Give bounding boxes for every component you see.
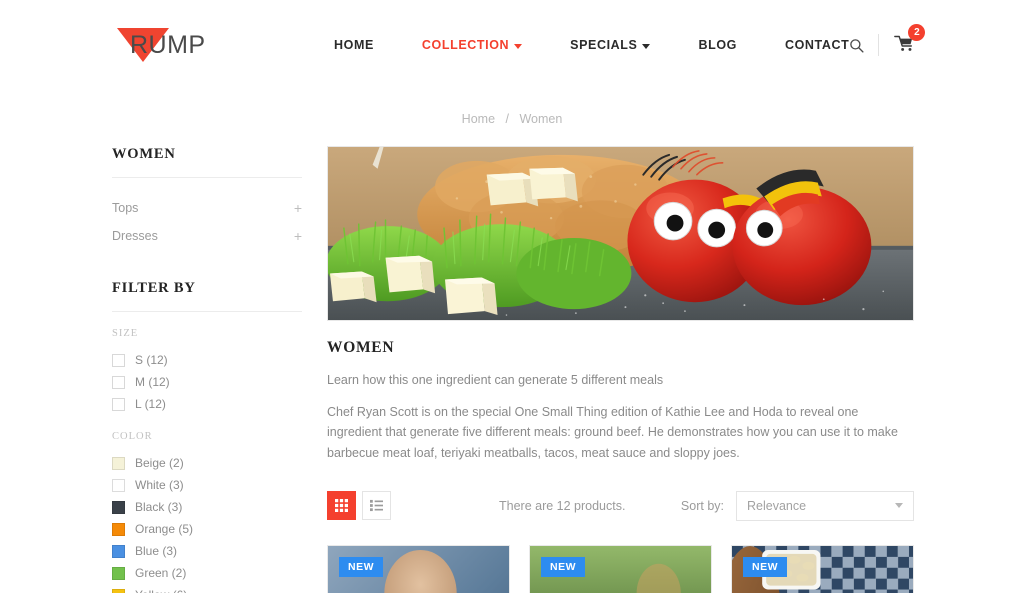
category-lede: Learn how this one ingredient can genera… xyxy=(327,373,664,387)
expand-plus-icon[interactable]: + xyxy=(294,201,302,215)
filter-label: Orange (5) xyxy=(135,522,194,536)
sort-selected-value: Relevance xyxy=(747,498,807,513)
sidebar-item-dresses[interactable]: Dresses + xyxy=(112,222,302,250)
filter-color-yellow[interactable]: Yellow (6) xyxy=(112,584,302,593)
nav-label: HOME xyxy=(334,38,374,52)
view-toggle-group xyxy=(327,491,391,521)
filter-size-l[interactable]: L (12) xyxy=(112,393,302,415)
nav-label: CONTACT xyxy=(784,38,850,52)
chevron-down-icon xyxy=(642,43,651,49)
breadcrumb: Home / Women xyxy=(0,90,1024,142)
expand-plus-icon[interactable]: + xyxy=(294,229,302,243)
header-divider xyxy=(878,34,880,56)
breadcrumb-home[interactable]: Home xyxy=(462,112,495,126)
filter-label: White (3) xyxy=(135,478,184,492)
main-content: WOMEN Learn how this one ingredient can … xyxy=(327,142,914,593)
sidebar-divider xyxy=(112,177,302,178)
filter-size-s[interactable]: S (12) xyxy=(112,349,302,371)
sidebar-item-label: Dresses xyxy=(112,229,158,243)
filter-label: Black (3) xyxy=(135,500,183,514)
breadcrumb-current: Women xyxy=(519,112,563,126)
site-header: RUMP HOME COLLECTION SPECIALS BLOG CONTA… xyxy=(0,0,1024,90)
products-toolbar: There are 12 products. Sort by: Relevanc… xyxy=(327,490,914,521)
sidebar-item-tops[interactable]: Tops + xyxy=(112,194,302,222)
list-view-icon xyxy=(370,500,383,512)
filter-label: S (12) xyxy=(135,353,168,367)
product-count: There are 12 products. xyxy=(499,498,626,513)
new-badge: NEW xyxy=(541,556,585,577)
filter-color-orange[interactable]: Orange (5) xyxy=(112,518,302,540)
filter-color-beige[interactable]: Beige (2) xyxy=(112,452,302,474)
logo-text: RUMP xyxy=(130,31,206,59)
sidebar-item-label: Tops xyxy=(112,201,139,215)
nav-label: COLLECTION xyxy=(421,38,510,52)
grid-view-button[interactable] xyxy=(327,491,356,521)
grid-view-icon xyxy=(335,499,348,513)
color-swatch[interactable] xyxy=(112,588,125,593)
page-body: WOMEN Tops + Dresses + FILTER BY SIZE S … xyxy=(0,142,1024,593)
product-grid: NEW NEW NEW xyxy=(327,544,914,593)
color-swatch[interactable] xyxy=(112,522,125,536)
color-swatch[interactable] xyxy=(112,544,125,558)
new-badge: NEW xyxy=(743,556,787,577)
sort-label: Sort by: xyxy=(680,498,724,513)
filter-size-m[interactable]: M (12) xyxy=(112,371,302,393)
category-hero-banner xyxy=(327,146,914,321)
filter-label: M (12) xyxy=(135,375,170,389)
nav-item-blog[interactable]: BLOG xyxy=(698,38,737,52)
main-navigation: HOME COLLECTION SPECIALS BLOG CONTACT xyxy=(334,38,849,52)
filter-color-black[interactable]: Black (3) xyxy=(112,496,302,518)
checkbox-icon[interactable] xyxy=(112,397,125,411)
nav-item-home[interactable]: HOME xyxy=(334,38,374,52)
sort-control: Sort by: Relevance xyxy=(680,490,914,521)
filter-color-green[interactable]: Green (2) xyxy=(112,562,302,584)
product-card[interactable]: NEW xyxy=(327,544,510,593)
category-description: Chef Ryan Scott is on the special One Sm… xyxy=(327,405,898,460)
page-title: WOMEN xyxy=(327,339,395,356)
filter-label: L (12) xyxy=(135,397,166,411)
cart-count-badge: 2 xyxy=(908,24,926,41)
color-swatch[interactable] xyxy=(112,478,125,492)
filter-group-size-label: SIZE xyxy=(112,328,139,339)
filter-label: Green (2) xyxy=(135,566,187,580)
list-view-button[interactable] xyxy=(362,491,391,521)
site-logo[interactable]: RUMP xyxy=(112,24,222,66)
header-actions: 2 xyxy=(849,24,926,57)
hero-illustration xyxy=(328,147,913,320)
checkbox-icon[interactable] xyxy=(112,353,125,367)
search-icon[interactable] xyxy=(849,38,864,53)
breadcrumb-separator: / xyxy=(505,112,509,126)
chevron-down-icon xyxy=(514,43,523,49)
nav-item-contact[interactable]: CONTACT xyxy=(785,38,849,52)
filter-label: Beige (2) xyxy=(135,456,184,470)
color-swatch[interactable] xyxy=(112,456,125,470)
filter-color-white[interactable]: White (3) xyxy=(112,474,302,496)
sidebar: WOMEN Tops + Dresses + FILTER BY SIZE S … xyxy=(112,142,302,593)
chevron-down-icon xyxy=(895,503,903,509)
sort-select[interactable]: Relevance xyxy=(736,490,914,521)
filter-panel: FILTER BY SIZE S (12) M (12) L (12) COLO… xyxy=(112,280,302,593)
nav-label: SPECIALS xyxy=(570,38,638,52)
filter-label: Blue (3) xyxy=(135,544,178,558)
filter-label: Yellow (6) xyxy=(135,588,187,593)
nav-item-collection[interactable]: COLLECTION xyxy=(421,38,523,52)
filter-group-color-label: COLOR xyxy=(112,431,153,442)
product-card[interactable]: NEW xyxy=(529,544,712,593)
nav-label: BLOG xyxy=(698,38,737,52)
filter-panel-title: FILTER BY xyxy=(112,280,196,296)
checkbox-icon[interactable] xyxy=(112,375,125,389)
cart-button[interactable]: 2 xyxy=(893,24,926,57)
product-card[interactable]: NEW xyxy=(731,544,914,593)
color-swatch[interactable] xyxy=(112,566,125,580)
color-swatch[interactable] xyxy=(112,500,125,514)
nav-item-specials[interactable]: SPECIALS xyxy=(570,38,651,52)
new-badge: NEW xyxy=(339,556,383,577)
filter-divider xyxy=(112,311,302,312)
sidebar-category-title: WOMEN xyxy=(112,146,176,162)
filter-color-blue[interactable]: Blue (3) xyxy=(112,540,302,562)
